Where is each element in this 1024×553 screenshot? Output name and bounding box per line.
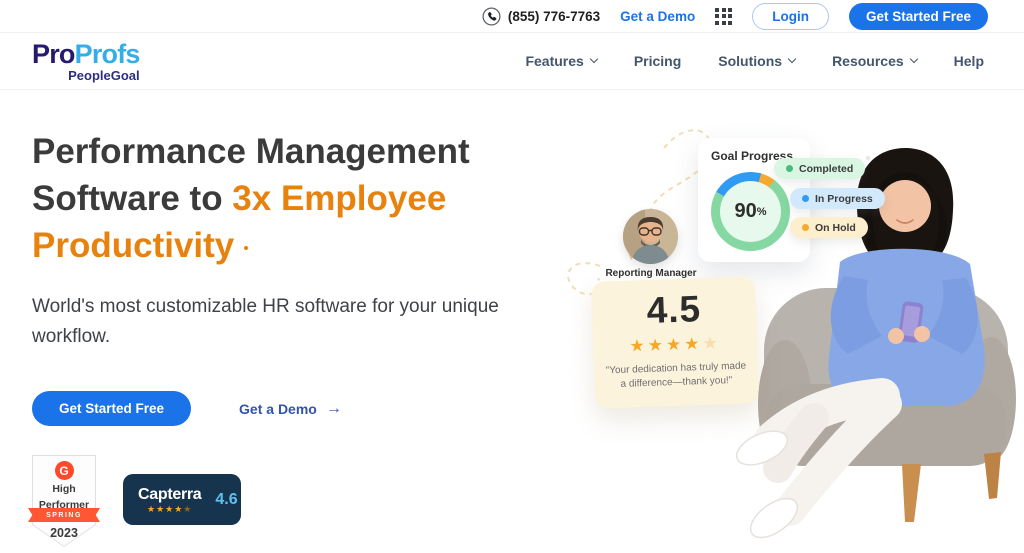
g2-award-line1: High [52,483,75,496]
reporting-manager-label: Reporting Manager [580,268,722,279]
avatar-portrait [623,209,678,264]
logo-wordmark: ProProfs [32,41,140,68]
top-utility-bar: (855) 776-7763 Get a Demo Login Get Star… [0,0,1024,33]
apps-grid-icon[interactable] [715,8,732,25]
topbar-get-demo-link[interactable]: Get a Demo [620,9,695,24]
rating-card: 4.5 ★★★★★ "Your dedication has truly mad… [591,276,759,409]
hero-subtitle: World's most customizable HR software fo… [32,292,532,352]
chevron-down-icon [788,55,796,63]
goal-donut-chart: 90% [711,172,790,251]
topbar-get-started-button[interactable]: Get Started Free [849,3,988,30]
goal-percent-sign: % [757,206,767,218]
nav-item-pricing[interactable]: Pricing [634,53,681,69]
capterra-wordmark: Capterra [138,486,201,504]
capterra-score: 4.6 [215,491,237,509]
nav-item-features[interactable]: Features [525,53,596,69]
main-navbar: ProProfs PeopleGoal Features Pricing Sol… [0,33,1024,90]
g2-logo-icon: G [55,461,74,480]
phone-icon [482,7,501,26]
nav-item-solutions[interactable]: Solutions [718,53,795,69]
chevron-down-icon [590,55,598,63]
capterra-stars: ★★★★★ [147,504,192,514]
get-a-demo-link[interactable]: Get a Demo → [239,400,342,418]
nav-item-resources[interactable]: Resources [832,53,917,69]
hero-cta-row: Get Started Free Get a Demo → [32,391,562,426]
nav-item-help[interactable]: Help [954,53,984,69]
rating-score: 4.5 [591,286,756,334]
goal-percent: 90 [734,200,756,223]
title-accent-dot [244,246,248,250]
hero-illustration: Goal Progress 90% Completed In Progress … [552,96,1024,553]
reporting-manager-avatar [623,209,678,264]
phone-link[interactable]: (855) 776-7763 [482,7,600,26]
g2-high-performer-badge: G High Performer SPRING 2023 [32,455,96,547]
legend-dot-in-progress [802,195,809,202]
chair-leg-front [902,464,921,522]
page-title: Performance Management Software to 3x Em… [32,128,562,269]
g2-year: 2023 [32,526,96,540]
chair-leg-right [984,452,1001,499]
half-star-icon: ★ [183,504,192,514]
legend-dot-on-hold [802,224,809,231]
legend-pill-on-hold: On Hold [790,217,868,238]
rating-stars: ★★★★★ [593,332,758,358]
rating-quote: "Your dedication has truly made a differ… [594,359,759,393]
half-star-icon: ★ [702,333,721,353]
g2-season-ribbon: SPRING [28,508,100,522]
nav-menu: Features Pricing Solutions Resources Hel… [525,53,984,69]
legend-pill-completed: Completed [774,158,865,179]
login-button[interactable]: Login [752,3,829,30]
chevron-down-icon [909,55,917,63]
proprofs-logo[interactable]: ProProfs PeopleGoal [32,41,140,82]
legend-pill-in-progress: In Progress [790,188,885,209]
award-badges-row: G High Performer SPRING 2023 Capterra ★★… [32,455,562,547]
logo-subbrand: PeopleGoal [32,69,140,82]
capterra-rating-badge: Capterra ★★★★★ 4.6 [123,474,241,525]
arrow-right-icon: → [326,400,342,418]
legend-dot-completed [786,165,793,172]
capterra-text-block: Capterra ★★★★★ [138,486,201,514]
hero-section: Performance Management Software to 3x Em… [32,128,562,547]
phone-number: (855) 776-7763 [508,9,600,24]
goal-donut-center: 90% [720,181,781,242]
get-started-free-button[interactable]: Get Started Free [32,391,191,426]
